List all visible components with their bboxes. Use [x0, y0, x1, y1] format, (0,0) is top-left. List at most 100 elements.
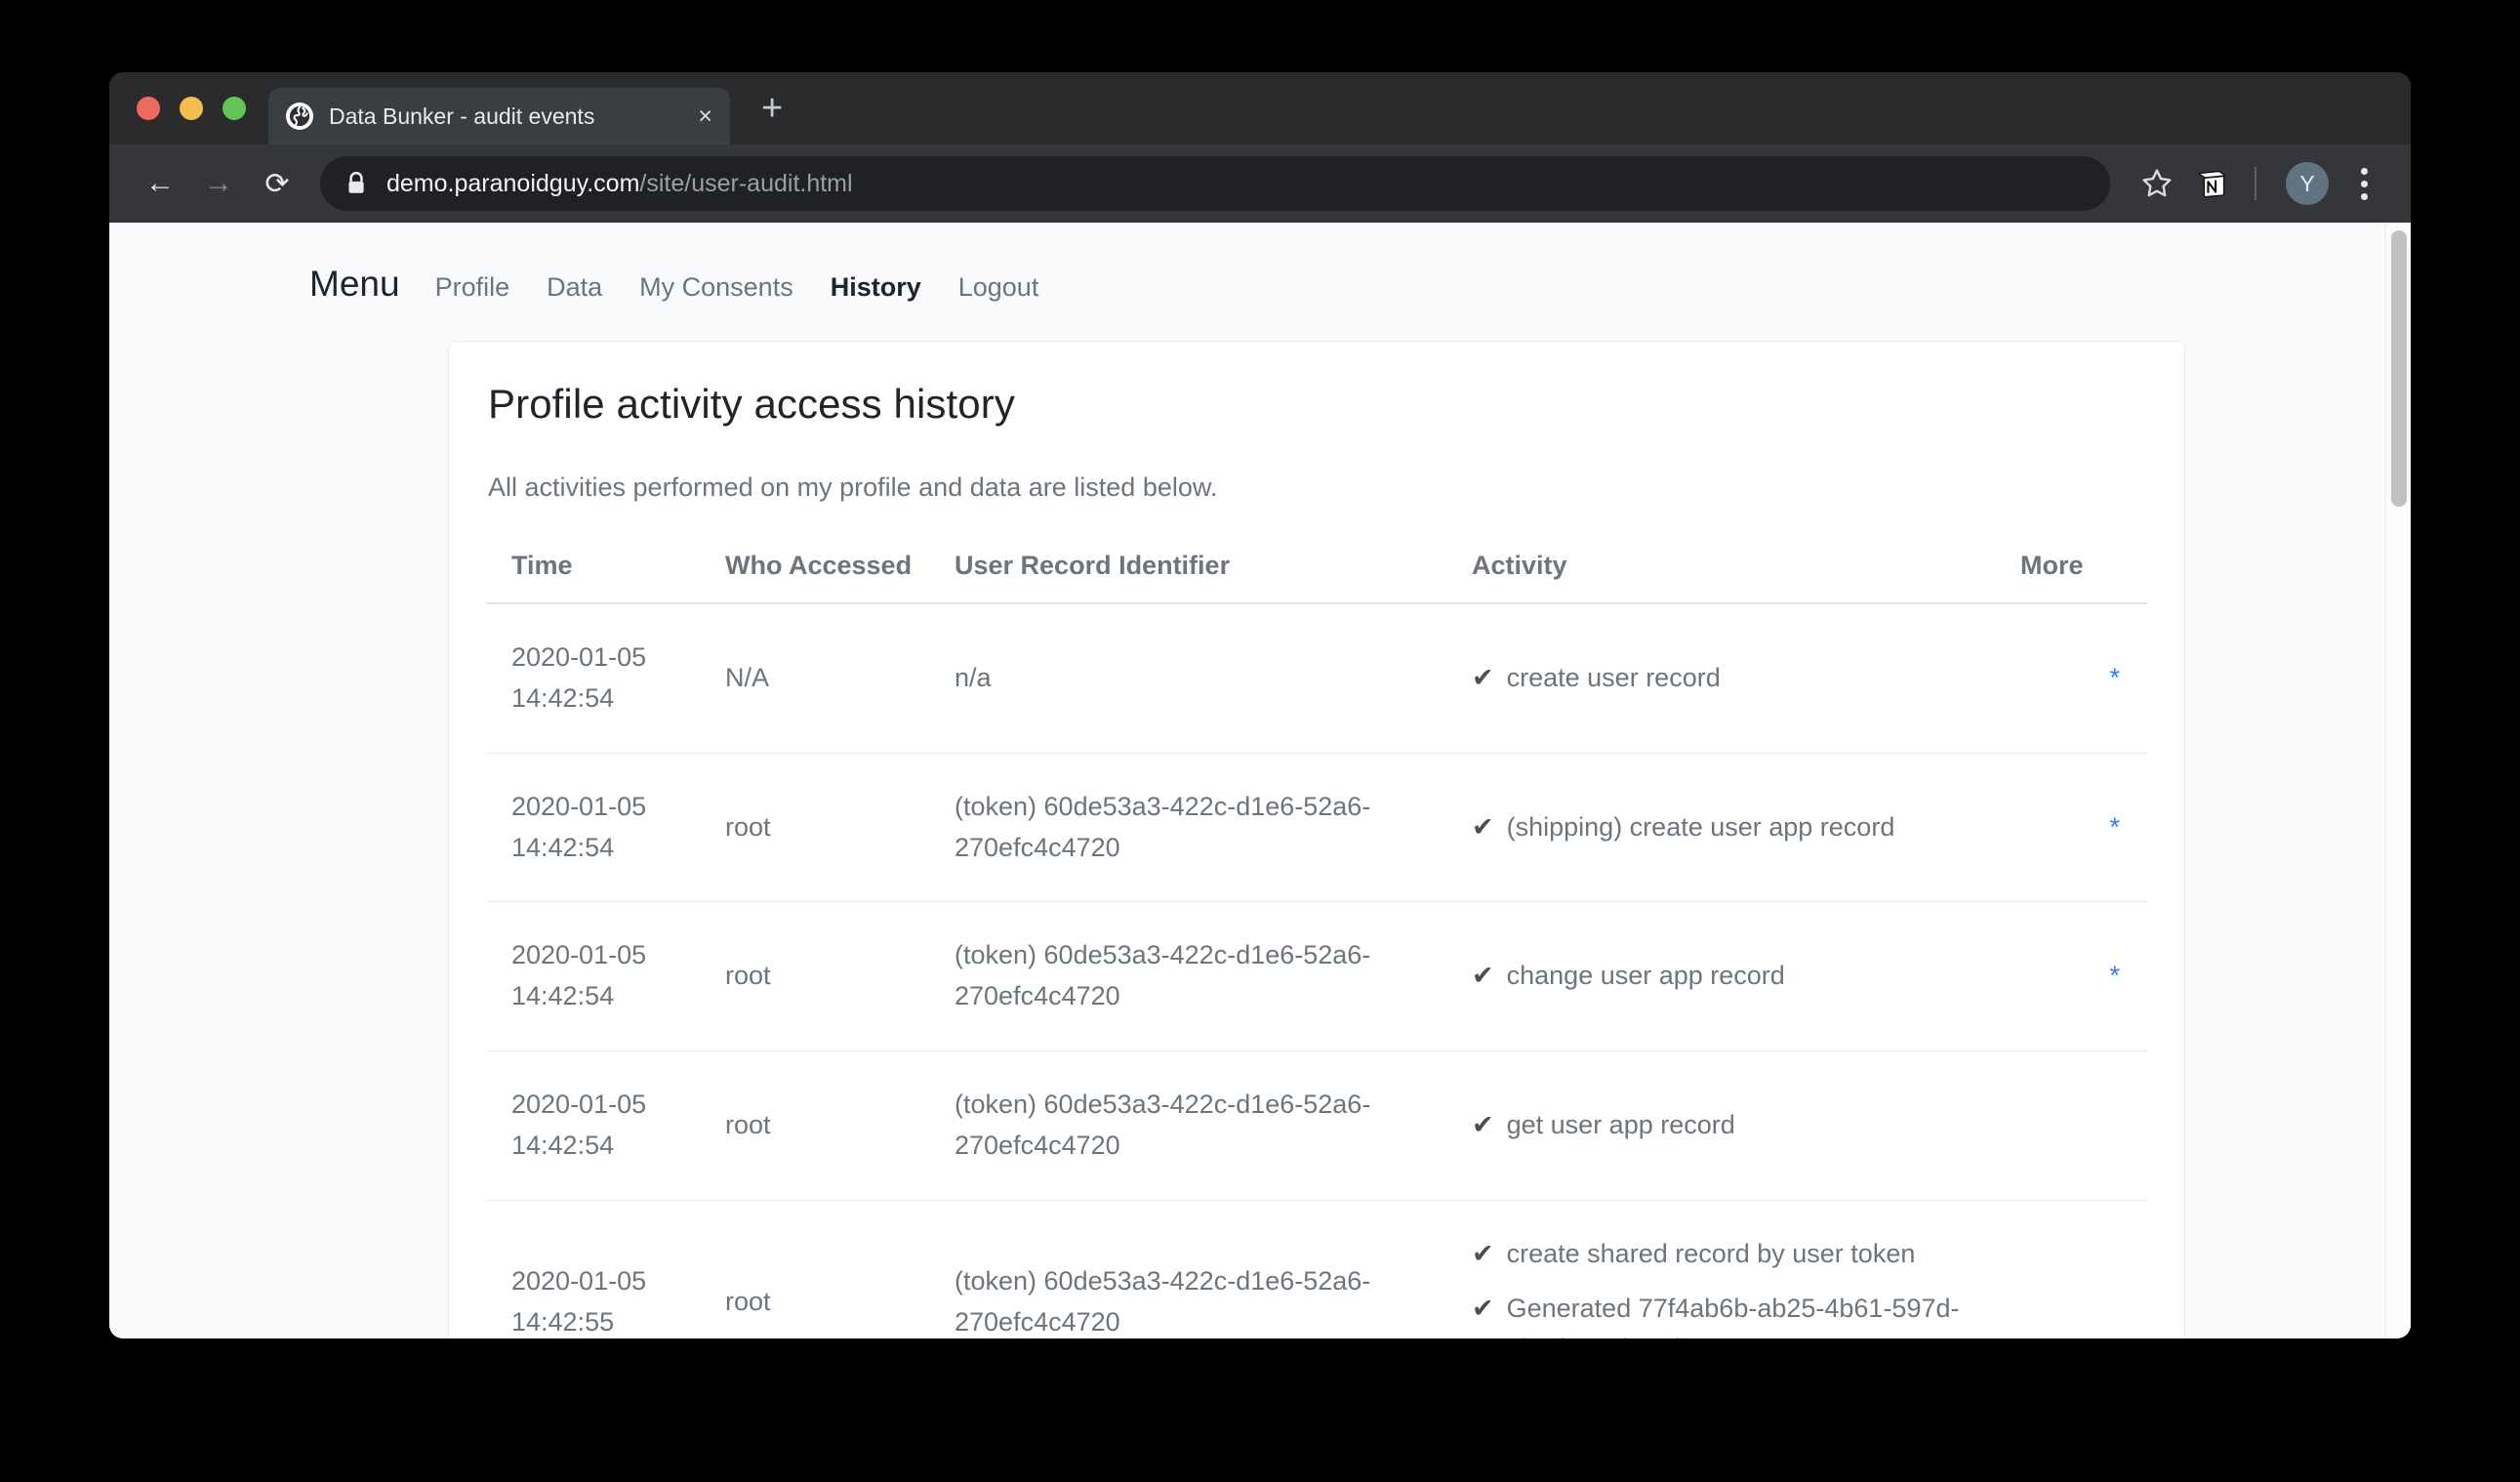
column-header-activity: Activity [1472, 535, 2020, 604]
brand-label: Menu [309, 264, 400, 304]
more-details-link[interactable]: * [2109, 961, 2120, 990]
event-time: 14:42:54 [511, 1130, 615, 1160]
scrollbar-thumb[interactable] [2391, 230, 2407, 507]
activity-text: (shipping) create user app record [1506, 811, 1895, 842]
page-viewport: Menu Profile Data My Consents History Lo… [109, 223, 2411, 1338]
cell-user-record-identifier: (token) 60de53a3-422c-d1e6-52a6-270efc4c… [955, 1200, 1472, 1338]
table-body: 2020-01-05 14:42:54 N/A n/a ✔ create user rec… [486, 603, 2147, 1338]
cell-more [2020, 1200, 2147, 1338]
kebab-menu-icon[interactable] [2342, 156, 2385, 211]
url-domain: demo.paranoidguy.com [386, 169, 640, 197]
nav-item-history[interactable]: History [831, 272, 921, 303]
event-date: 2020-01-05 [511, 642, 647, 672]
url-path: /site/user-audit.html [639, 169, 853, 197]
event-date: 2020-01-05 [511, 940, 647, 970]
nav-item-my-consents[interactable]: My Consents [639, 272, 793, 303]
table-row: 2020-01-05 14:42:54 N/A n/a ✔ create user rec… [486, 603, 2147, 754]
more-details-link[interactable]: * [2109, 812, 2120, 842]
cell-who-accessed: N/A [725, 603, 955, 754]
cell-more: * [2020, 753, 2147, 903]
table-header-row: Time Who Accessed User Record Identifier… [486, 535, 2147, 604]
check-icon: ✔ [1472, 1109, 1494, 1139]
cell-time: 2020-01-05 14:42:54 [486, 901, 725, 1052]
nav-item-logout[interactable]: Logout [958, 272, 1039, 303]
browser-tab[interactable]: Data Bunker - audit events × [268, 88, 730, 144]
window-controls [137, 97, 246, 120]
cell-time: 2020-01-05 14:42:54 [486, 1050, 725, 1201]
address-bar[interactable]: demo.paranoidguy.com/site/user-audit.htm… [320, 156, 2110, 211]
avatar[interactable]: Y [2286, 162, 2329, 205]
cell-activity: ✔ get user app record [1472, 1050, 2020, 1201]
activity-line: ✔ create shared record by user token [1472, 1234, 2020, 1275]
column-header-who-accessed: Who Accessed [725, 535, 955, 604]
tab-strip: Data Bunker - audit events × + [109, 72, 2411, 144]
browser-window: Data Bunker - audit events × + ← → ⟳ dem… [109, 72, 2411, 1338]
reload-icon[interactable]: ⟳ [248, 154, 306, 213]
event-time: 14:42:54 [511, 682, 615, 713]
activity-line: ✔ create user record [1472, 658, 2020, 699]
cell-time: 2020-01-05 14:42:55 [486, 1200, 725, 1338]
activity-text: create shared record by user token [1506, 1238, 1916, 1268]
event-time: 14:42:55 [511, 1306, 615, 1337]
activity-line: ✔ Generated 77f4ab6b-ab25-4b61-597d-ebad0… [1472, 1289, 2020, 1338]
cell-activity: ✔ create shared record by user token ✔ Gene… [1472, 1200, 2020, 1338]
minimize-window-button[interactable] [180, 97, 203, 120]
audit-card: Profile activity access history All acti… [448, 341, 2185, 1338]
table-row: 2020-01-05 14:42:54 root (token) 60de53a3-4… [486, 753, 2147, 903]
activity-text: change user app record [1506, 961, 1785, 991]
table-row: 2020-01-05 14:42:55 root (token) 60de53a3-4… [486, 1200, 2147, 1338]
audit-table: Time Who Accessed User Record Identifier… [486, 535, 2147, 1338]
activity-text: get user app record [1506, 1109, 1735, 1139]
back-icon[interactable]: ← [131, 154, 189, 213]
activity-line: ✔ change user app record [1472, 956, 2020, 997]
table-row: 2020-01-05 14:42:54 root (token) 60de53a3-4… [486, 901, 2147, 1052]
column-header-user-record-identifier: User Record Identifier [955, 535, 1472, 604]
cell-who-accessed: root [725, 753, 955, 903]
url-text: demo.paranoidguy.com/site/user-audit.htm… [386, 170, 853, 198]
toolbar-actions: Y [2130, 156, 2385, 211]
close-tab-icon[interactable]: × [684, 103, 712, 129]
site-navbar: Menu Profile Data My Consents History Lo… [109, 223, 2385, 305]
cell-activity: ✔ (shipping) create user app record [1472, 753, 2020, 903]
page-content: Menu Profile Data My Consents History Lo… [109, 223, 2385, 1338]
tab-title: Data Bunker - audit events [329, 103, 595, 129]
event-time: 14:42:54 [511, 832, 615, 862]
more-details-link[interactable]: * [2109, 663, 2120, 692]
cell-who-accessed: root [725, 1050, 955, 1201]
maximize-window-button[interactable] [223, 97, 246, 120]
event-date: 2020-01-05 [511, 791, 647, 821]
cell-time: 2020-01-05 14:42:54 [486, 753, 725, 903]
event-time: 14:42:54 [511, 981, 615, 1011]
check-icon: ✔ [1472, 811, 1494, 842]
cell-user-record-identifier: (token) 60de53a3-422c-d1e6-52a6-270efc4c… [955, 753, 1472, 903]
page-title: Profile activity access history [488, 381, 1015, 427]
cell-user-record-identifier: (token) 60de53a3-422c-d1e6-52a6-270efc4c… [955, 901, 1472, 1052]
cell-activity: ✔ create user record [1472, 603, 2020, 754]
close-window-button[interactable] [137, 97, 160, 120]
toolbar-divider [2255, 167, 2256, 200]
event-date: 2020-01-05 [511, 1090, 647, 1120]
activity-line: ✔ (shipping) create user app record [1472, 807, 2020, 848]
check-icon: ✔ [1472, 961, 1494, 991]
check-icon: ✔ [1472, 662, 1494, 692]
cell-user-record-identifier: n/a [955, 603, 1472, 754]
activity-text: Generated 77f4ab6b-ab25-4b61-597d-ebad00… [1506, 1293, 1960, 1338]
forward-icon[interactable]: → [189, 154, 248, 213]
notion-extension-icon[interactable] [2184, 156, 2239, 211]
globe-icon [286, 103, 313, 130]
cell-more [2020, 1050, 2147, 1201]
activity-line: ✔ get user app record [1472, 1105, 2020, 1146]
cell-who-accessed: root [725, 1200, 955, 1338]
cell-time: 2020-01-05 14:42:54 [486, 603, 725, 754]
column-header-time: Time [486, 535, 725, 604]
column-header-more: More [2020, 535, 2147, 604]
new-tab-button[interactable]: + [761, 90, 783, 127]
star-icon[interactable] [2130, 156, 2184, 211]
vertical-scrollbar[interactable] [2385, 223, 2411, 1338]
nav-item-data[interactable]: Data [547, 272, 602, 303]
table-head: Time Who Accessed User Record Identifier… [486, 535, 2147, 604]
nav-item-profile[interactable]: Profile [435, 272, 510, 303]
check-icon: ✔ [1472, 1238, 1494, 1268]
browser-toolbar: ← → ⟳ demo.paranoidguy.com/site/user-aud… [109, 144, 2411, 223]
cell-more: * [2020, 901, 2147, 1052]
